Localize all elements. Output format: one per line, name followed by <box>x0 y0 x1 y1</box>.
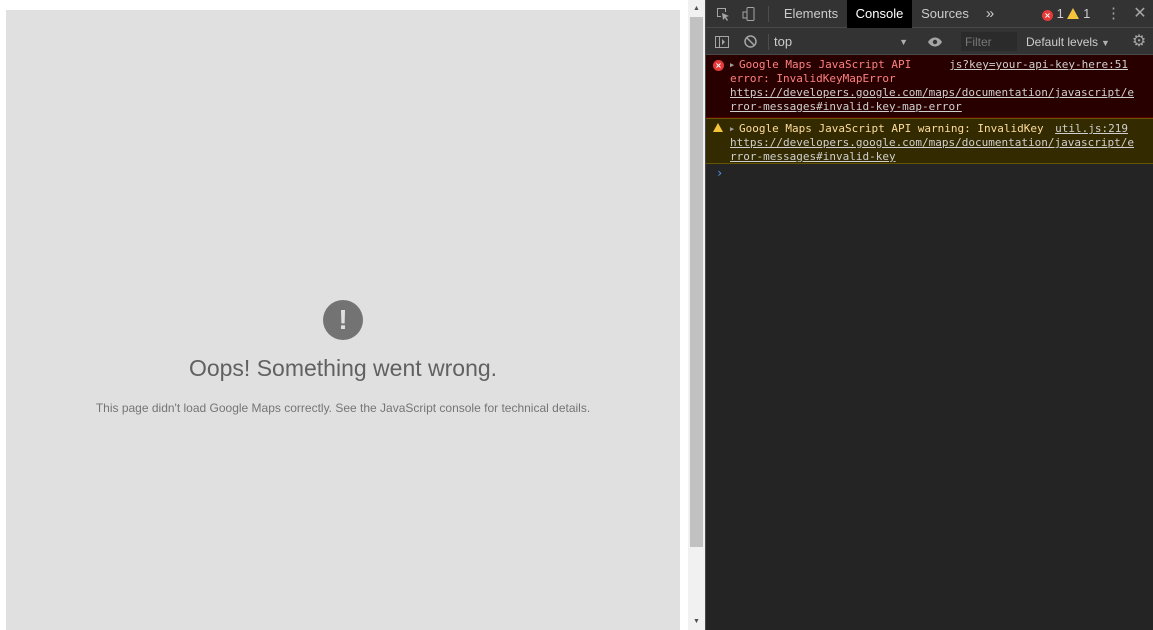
tab-console[interactable]: Console <box>847 0 912 28</box>
console-message-error[interactable]: × ▶ Google Maps JavaScript API error: Inv… <box>706 55 1153 118</box>
context-value: top <box>774 34 793 49</box>
live-expression-eye-icon[interactable] <box>924 28 946 55</box>
error-icon: × <box>713 60 724 71</box>
filter-input[interactable] <box>961 32 1017 51</box>
kebab-menu-icon[interactable]: ⋮ <box>1106 0 1121 28</box>
dropdown-arrow-icon: ▼ <box>1101 38 1110 48</box>
log-levels-label: Default levels <box>1026 35 1099 49</box>
prompt-chevron-icon: › <box>716 166 724 180</box>
scroll-up-arrow-icon[interactable]: ▲ <box>688 0 705 17</box>
scrollbar-thumb[interactable] <box>690 17 703 547</box>
warning-source-link[interactable]: util.js:219 <box>1055 122 1128 136</box>
console-toolbar: top ▼ Default levels▼ ⚙ <box>706 28 1153 55</box>
warning-message-text: Google Maps JavaScript API warning: Inva… <box>739 122 1044 135</box>
map-error-message: This page didn't load Google Maps correc… <box>95 401 591 415</box>
error-docs-link[interactable]: https://developers.google.com/maps/docum… <box>730 86 1134 114</box>
warning-icon <box>713 123 723 132</box>
warning-docs-link[interactable]: https://developers.google.com/maps/docum… <box>730 136 1134 164</box>
execution-context-select[interactable]: top ▼ <box>774 34 910 50</box>
expand-arrow-icon[interactable]: ▶ <box>730 58 739 72</box>
scroll-down-arrow-icon[interactable]: ▼ <box>688 613 705 630</box>
warning-icon <box>1067 8 1080 19</box>
expand-arrow-icon[interactable]: ▶ <box>730 122 739 136</box>
show-sidebar-icon[interactable] <box>712 28 732 55</box>
issues-counter[interactable]: × 1 1 <box>1042 7 1090 21</box>
more-tabs-icon[interactable]: » <box>980 0 1000 28</box>
console-messages: × ▶ Google Maps JavaScript API error: Inv… <box>706 55 1153 182</box>
console-prompt[interactable]: › <box>706 164 1153 182</box>
error-source-link[interactable]: js?key=your-api-key-here:51 <box>949 58 1128 72</box>
dropdown-arrow-icon: ▼ <box>899 37 908 47</box>
page-viewport: ! Oops! Something went wrong. This page … <box>0 0 705 630</box>
map-error-title: Oops! Something went wrong. <box>188 355 498 381</box>
device-toolbar-icon[interactable] <box>738 0 760 28</box>
devtools-tabbar: Elements Console Sources » × 1 1 ⋮ ✕ <box>706 0 1153 28</box>
tab-elements[interactable]: Elements <box>778 0 844 28</box>
log-levels-select[interactable]: Default levels ▼ <box>1026 34 1110 50</box>
error-count: 1 <box>1056 6 1064 21</box>
close-icon[interactable]: ✕ <box>1130 0 1150 28</box>
toolbar-separator <box>768 6 769 22</box>
toolbar-separator <box>768 34 769 50</box>
devtools-panel: Elements Console Sources » × 1 1 ⋮ ✕ top… <box>705 0 1153 630</box>
warning-count: 1 <box>1083 6 1091 21</box>
map-container: ! Oops! Something went wrong. This page … <box>6 10 680 630</box>
clear-console-icon[interactable] <box>740 28 760 55</box>
exclamation-icon: ! <box>323 300 363 340</box>
page-scrollbar[interactable]: ▲ ▼ <box>688 0 705 630</box>
console-message-warning[interactable]: ▶ Google Maps JavaScript API warning: Inv… <box>706 118 1153 164</box>
error-icon: × <box>1042 10 1053 21</box>
inspect-element-icon[interactable] <box>712 0 734 28</box>
error-message-line1: Google Maps JavaScript API <box>739 58 912 71</box>
error-message-line2: error: InvalidKeyMapError <box>730 72 896 85</box>
tab-sources[interactable]: Sources <box>916 0 974 28</box>
gear-icon[interactable]: ⚙ <box>1128 28 1150 55</box>
